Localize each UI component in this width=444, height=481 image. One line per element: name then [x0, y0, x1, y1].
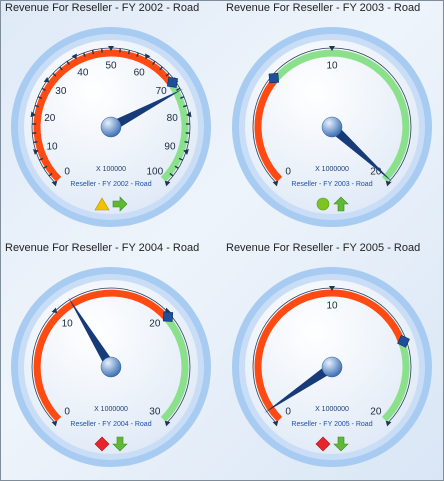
gauge-target-marker	[162, 311, 174, 322]
gauge-subtitle: Reseller - FY 2004 - Road	[70, 421, 151, 428]
gauge-panel-fy2005: Revenue For Reseller - FY 2005 - Road 01…	[222, 241, 443, 480]
gauge-tick-label: 50	[105, 61, 117, 72]
gauge-tick-label: 100	[146, 166, 163, 177]
gauge-tick-label: 0	[285, 406, 291, 417]
gauge-tick-label: 30	[149, 406, 161, 417]
gauge-needle-cap	[321, 116, 343, 138]
gauge-tick-label: 80	[167, 113, 179, 124]
gauge-panel-fy2004: Revenue For Reseller - FY 2004 - Road 01…	[1, 241, 222, 480]
gauge-needle-cap	[100, 356, 122, 378]
gauge-tick-label: 0	[64, 406, 70, 417]
gauge-needle-cap	[100, 116, 122, 138]
gauge-tick-label: 10	[46, 142, 58, 153]
gauge-minor-tick	[184, 140, 189, 144]
gauge-unit-label: X 1000000	[94, 406, 128, 413]
gauge-unit-label: X 100000	[96, 166, 126, 173]
gauge-fy2003: 01020X 1000000Reseller - FY 2003 - Road	[232, 27, 432, 227]
gauge-minor-tick	[127, 50, 131, 55]
gauge-tick-label: 20	[370, 406, 382, 417]
gauge-minor-tick	[33, 140, 38, 144]
gauge-tick-label: 0	[64, 166, 70, 177]
gauge-tick-label: 70	[156, 86, 168, 97]
gauge-subtitle: Reseller - FY 2003 - Road	[291, 181, 372, 188]
gauge-fy2005: 0 10 20 X 1000000 Reseller - FY 2005 - Road	[232, 267, 432, 467]
gauge-panel-fy2002: Revenue For Reseller - FY 2002 - Road 01…	[1, 1, 222, 241]
gauge-subtitle: Reseller - FY 2002 - Road	[70, 181, 151, 188]
gauge-tick-label: 20	[149, 319, 161, 330]
gauge-needle-cap	[321, 356, 343, 378]
gauge-target-marker	[167, 76, 178, 88]
gauge-tick-label: 90	[164, 142, 176, 153]
gauge-minor-tick	[91, 50, 95, 55]
gauge-tick-label: 10	[326, 301, 338, 312]
gauge-unit-label: X 1000000	[315, 166, 349, 173]
gauge-unit-label: X 1000000	[315, 406, 349, 413]
green-circle-icon	[316, 197, 330, 211]
gauge-tick-label: 40	[77, 67, 89, 78]
gauge-panel-fy2003: Revenue For Reseller - FY 2003 - Road 01…	[222, 1, 443, 241]
gauge-tick-label: 20	[44, 113, 56, 124]
gauge-tick-label: 10	[62, 319, 74, 330]
gauge-target-marker	[268, 72, 280, 84]
dashboard: Revenue For Reseller - FY 2002 - Road 01…	[0, 0, 444, 481]
gauge-tick-label: 30	[55, 86, 67, 97]
gauge-tick-label: 0	[285, 166, 291, 177]
gauge-fy2002: 0 10 20 30 40 50 60 70 80 90 100 X 100000 Reseller -…	[11, 27, 211, 227]
gauge-tick-label: 60	[134, 67, 146, 78]
gauge-tick-label: 10	[326, 61, 338, 72]
gauge-subtitle: Reseller - FY 2005 - Road	[291, 421, 372, 428]
gauge-fy2004: 0 10 20 30 X 1000000 Reseller - FY 2004 - Roa…	[11, 267, 211, 467]
